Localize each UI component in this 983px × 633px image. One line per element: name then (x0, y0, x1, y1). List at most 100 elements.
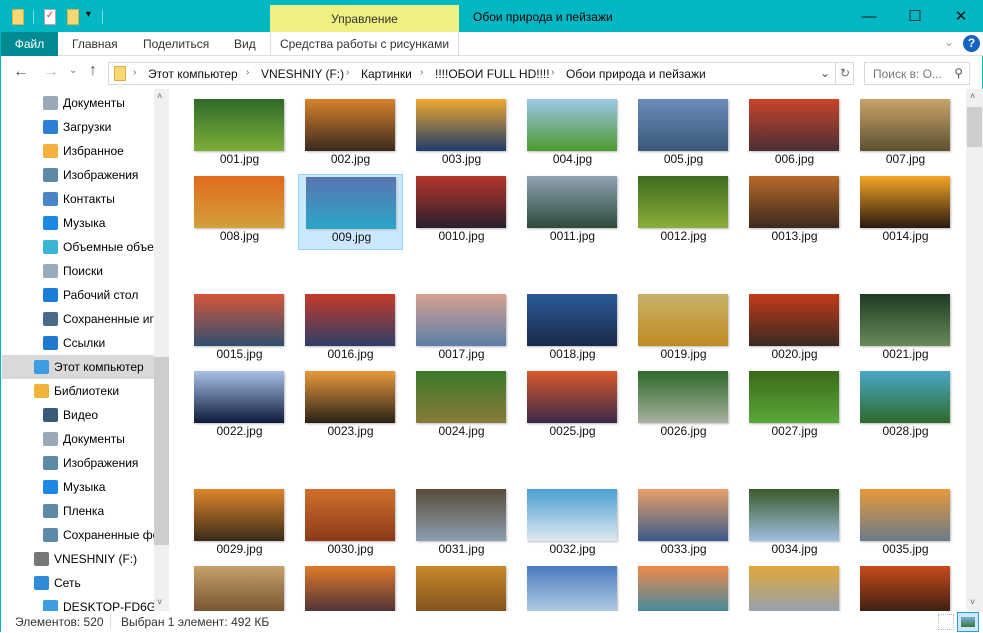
back-button[interactable]: ← (13, 63, 29, 81)
sidebar-item[interactable]: Поиски (2, 259, 154, 283)
navigation-pane-scrollbar[interactable]: ˄ ˅ (154, 89, 169, 611)
file-item[interactable]: 0031.jpg (409, 487, 514, 563)
file-item[interactable]: 0025.jpg (520, 369, 625, 445)
file-item[interactable] (298, 564, 403, 611)
breadcrumb-current[interactable]: Обои природа и пейзажи (566, 67, 706, 81)
maximize-button[interactable]: ☐ (892, 1, 938, 32)
file-item[interactable] (631, 564, 736, 611)
search-input[interactable]: Поиск в: О... ⚲ (864, 62, 970, 85)
file-item[interactable]: 0034.jpg (742, 487, 847, 563)
file-item[interactable]: 0030.jpg (298, 487, 403, 563)
tab-share[interactable]: Поделиться (143, 32, 209, 56)
file-item[interactable]: 0015.jpg (187, 292, 292, 368)
recent-locations-button[interactable]: ⌄ (69, 65, 77, 76)
file-item[interactable]: 0019.jpg (631, 292, 736, 368)
customize-toolbar-icon[interactable]: ▾ (86, 9, 91, 20)
address-bar[interactable]: › Этот компьютер › VNESHNIY (F:) › Карти… (108, 62, 854, 85)
breadcrumb-this-pc[interactable]: Этот компьютер (148, 67, 238, 81)
file-item[interactable]: 003.jpg (409, 97, 514, 173)
breadcrumb-oboi-full-hd[interactable]: !!!!ОБОИ FULL HD!!!! (435, 67, 550, 81)
file-item[interactable]: 0010.jpg (409, 174, 514, 250)
address-dropdown-button[interactable]: ⌄ (820, 66, 830, 80)
expand-ribbon-button[interactable]: ⌄ (944, 35, 954, 49)
file-item[interactable]: 0026.jpg (631, 369, 736, 445)
file-item[interactable]: 004.jpg (520, 97, 625, 173)
tab-file[interactable]: Файл (1, 32, 58, 56)
breadcrumb-drive[interactable]: VNESHNIY (F:) (261, 67, 344, 81)
file-item[interactable]: 0032.jpg (520, 487, 625, 563)
sidebar-item[interactable]: Ссылки (2, 331, 154, 355)
refresh-button[interactable]: ↻ (835, 63, 854, 84)
file-item[interactable]: 0018.jpg (520, 292, 625, 368)
file-item[interactable]: 007.jpg (853, 97, 958, 173)
properties-icon[interactable]: ✓ (44, 9, 56, 25)
up-button[interactable]: ↑ (89, 62, 97, 80)
file-item[interactable]: 0028.jpg (853, 369, 958, 445)
sidebar-item[interactable]: Документы (2, 91, 154, 115)
forward-button[interactable]: → (43, 63, 59, 81)
sidebar-item[interactable]: Изображения (2, 451, 154, 475)
file-item[interactable]: 0011.jpg (520, 174, 625, 250)
sidebar-item[interactable]: Музыка (2, 475, 154, 499)
file-item[interactable]: 002.jpg (298, 97, 403, 173)
folder-icon[interactable] (12, 9, 24, 25)
file-item[interactable] (187, 564, 292, 611)
file-item[interactable]: 0029.jpg (187, 487, 292, 563)
file-item[interactable]: 0033.jpg (631, 487, 736, 563)
sidebar-item[interactable]: Рабочий стол (2, 283, 154, 307)
sidebar-item[interactable]: Музыка (2, 211, 154, 235)
file-item[interactable]: 005.jpg (631, 97, 736, 173)
minimize-button[interactable]: — (846, 1, 892, 32)
sidebar-item[interactable]: DESKTOP-FD6GO (2, 595, 154, 611)
file-list-scrollbar[interactable]: ˄ ˅ (966, 89, 983, 611)
large-icons-view-button[interactable] (957, 612, 979, 632)
sidebar-item[interactable]: Загрузки (2, 115, 154, 139)
help-icon[interactable]: ? (963, 35, 980, 52)
file-item[interactable] (742, 564, 847, 611)
close-button[interactable]: ✕ (938, 1, 983, 32)
file-item[interactable]: 0024.jpg (409, 369, 514, 445)
file-item[interactable]: 0016.jpg (298, 292, 403, 368)
sidebar-item-label: Загрузки (63, 120, 112, 134)
file-item[interactable]: 0020.jpg (742, 292, 847, 368)
tab-view[interactable]: Вид (234, 32, 256, 56)
file-item[interactable]: 0017.jpg (409, 292, 514, 368)
sidebar-item[interactable]: Сеть (2, 571, 154, 595)
file-item[interactable]: 0023.jpg (298, 369, 403, 445)
sidebar-item[interactable]: VNESHNIY (F:) (2, 547, 154, 571)
file-item[interactable]: 006.jpg (742, 97, 847, 173)
breadcrumb-pictures[interactable]: Картинки (361, 67, 412, 81)
network-icon (34, 576, 49, 590)
details-view-button[interactable] (938, 614, 954, 630)
file-item[interactable]: 0027.jpg (742, 369, 847, 445)
file-item[interactable]: 0014.jpg (853, 174, 958, 250)
file-item[interactable]: 009.jpg (298, 174, 403, 250)
sidebar-item[interactable]: Библиотеки (2, 379, 154, 403)
sidebar-item[interactable]: Контакты (2, 187, 154, 211)
file-item[interactable]: 0021.jpg (853, 292, 958, 368)
file-item[interactable] (520, 564, 625, 611)
sidebar-item[interactable]: Видео (2, 403, 154, 427)
scrollbar-thumb[interactable] (154, 357, 169, 545)
file-item[interactable]: 0022.jpg (187, 369, 292, 445)
file-item[interactable] (409, 564, 514, 611)
file-item[interactable]: 0035.jpg (853, 487, 958, 563)
file-item[interactable]: 0012.jpg (631, 174, 736, 250)
file-item[interactable] (853, 564, 958, 611)
sidebar-item[interactable]: Объемные объекты (2, 235, 154, 259)
sidebar-item[interactable]: Пленка (2, 499, 154, 523)
file-item[interactable]: 0013.jpg (742, 174, 847, 250)
sidebar-item[interactable]: Документы (2, 427, 154, 451)
sidebar-item[interactable]: Этот компьютер (2, 355, 154, 379)
file-item[interactable]: 008.jpg (187, 174, 292, 250)
scrollbar-thumb[interactable] (967, 107, 982, 147)
new-folder-icon[interactable] (67, 9, 79, 25)
sidebar-item[interactable]: Сохраненные игры (2, 307, 154, 331)
context-tab-manage[interactable]: Управление (270, 5, 459, 34)
file-item[interactable]: 001.jpg (187, 97, 292, 173)
tab-home[interactable]: Главная (72, 32, 118, 56)
sidebar-item[interactable]: Сохраненные фото (2, 523, 154, 547)
sidebar-item[interactable]: Избранное (2, 139, 154, 163)
tab-picture-tools[interactable]: Средства работы с рисунками (270, 32, 459, 56)
sidebar-item[interactable]: Изображения (2, 163, 154, 187)
